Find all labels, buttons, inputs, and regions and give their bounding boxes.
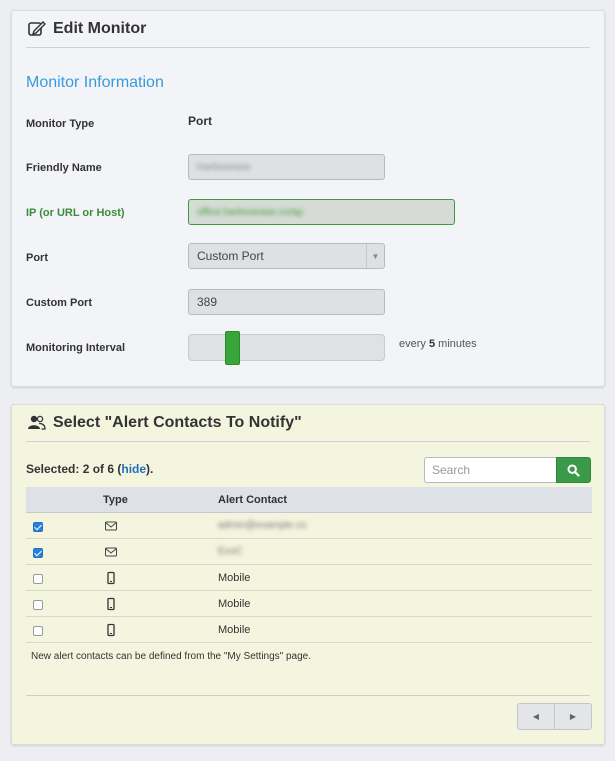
chevron-down-icon: ▼ — [366, 244, 384, 268]
edit-monitor-header: Edit Monitor — [26, 11, 590, 48]
slider-handle[interactable] — [225, 331, 240, 365]
table-row: admin@example.co — [26, 513, 592, 539]
contact-column-header: Alert Contact — [218, 494, 288, 506]
ip-input[interactable]: office.harbosease.co/ap — [188, 199, 455, 225]
row-checkbox[interactable] — [33, 574, 43, 584]
envelope-icon — [105, 521, 117, 531]
contact-name: Mobile — [218, 624, 251, 636]
interval-prefix: every — [399, 338, 426, 350]
interval-unit: minutes — [438, 338, 477, 350]
port-select[interactable]: Custom Port ▼ — [188, 243, 385, 269]
search-input[interactable]: Search — [424, 457, 557, 483]
custom-port-label: Custom Port — [26, 297, 92, 309]
mobile-phone-icon — [107, 597, 115, 611]
custom-port-input[interactable]: 389 — [188, 289, 385, 315]
table-header: Type Alert Contact — [26, 487, 592, 513]
search-button[interactable] — [556, 457, 591, 483]
edit-icon — [28, 21, 46, 36]
alert-contacts-table: Type Alert Contact admin@example.co ExoC… — [26, 487, 592, 643]
selected-prefix: Selected: 2 of 6 ( — [26, 462, 122, 476]
contact-name: ExoC — [218, 546, 243, 557]
type-column-header: Type — [103, 494, 128, 506]
monitor-information-heading: Monitor Information — [26, 74, 164, 91]
row-checkbox[interactable] — [33, 626, 43, 636]
divider — [26, 695, 590, 696]
edit-monitor-title: Edit Monitor — [53, 20, 147, 37]
alert-contacts-header: Select "Alert Contacts To Notify" — [26, 405, 590, 442]
friendly-name-value: Harbosease — [197, 161, 251, 173]
interval-value: 5 — [428, 338, 436, 350]
previous-page-button[interactable]: ◀ — [518, 704, 555, 729]
table-row: ExoC — [26, 539, 592, 565]
port-label: Port — [26, 252, 48, 264]
search-placeholder: Search — [432, 463, 471, 477]
contact-name: Mobile — [218, 572, 251, 584]
mobile-phone-icon — [107, 623, 115, 637]
ip-value: office.harbosease.co/ap — [197, 206, 304, 218]
row-checkbox[interactable] — [33, 522, 43, 532]
row-checkbox[interactable] — [33, 548, 43, 558]
table-row: Mobile — [26, 617, 592, 643]
selected-suffix: ). — [146, 462, 154, 476]
alert-contacts-note: New alert contacts can be defined from t… — [31, 651, 312, 662]
chevron-right-icon: ▶ — [569, 712, 577, 721]
monitor-type-label: Monitor Type — [26, 118, 95, 130]
interval-readout: every 5 minutes — [399, 338, 477, 350]
monitoring-interval-slider[interactable] — [188, 331, 385, 365]
alert-contacts-title: Select "Alert Contacts To Notify" — [53, 414, 302, 431]
edit-monitor-panel: Edit Monitor Monitor Information Monitor… — [11, 10, 605, 387]
selected-count: Selected: 2 of 6 (hide). — [26, 462, 153, 476]
contact-name: Mobile — [218, 598, 251, 610]
hide-link[interactable]: hide — [121, 462, 146, 476]
friendly-name-input[interactable]: Harbosease — [188, 154, 385, 180]
monitoring-interval-label: Monitoring Interval — [26, 342, 125, 354]
users-icon — [28, 415, 46, 430]
custom-port-value: 389 — [197, 295, 218, 309]
friendly-name-label: Friendly Name — [26, 162, 102, 174]
next-page-button[interactable]: ▶ — [555, 704, 591, 729]
ip-label: IP (or URL or Host) — [26, 207, 125, 219]
table-row: Mobile — [26, 591, 592, 617]
chevron-left-icon: ◀ — [532, 712, 540, 721]
pagination: ◀ ▶ — [517, 703, 592, 730]
alert-contacts-panel: Select "Alert Contacts To Notify" Select… — [11, 404, 605, 745]
table-row: Mobile — [26, 565, 592, 591]
monitor-type-value: Port — [188, 114, 212, 128]
search-icon — [567, 463, 580, 477]
contact-name: admin@example.co — [218, 520, 307, 531]
envelope-icon — [105, 547, 117, 557]
port-select-value: Custom Port — [197, 249, 264, 263]
mobile-phone-icon — [107, 571, 115, 585]
row-checkbox[interactable] — [33, 600, 43, 610]
